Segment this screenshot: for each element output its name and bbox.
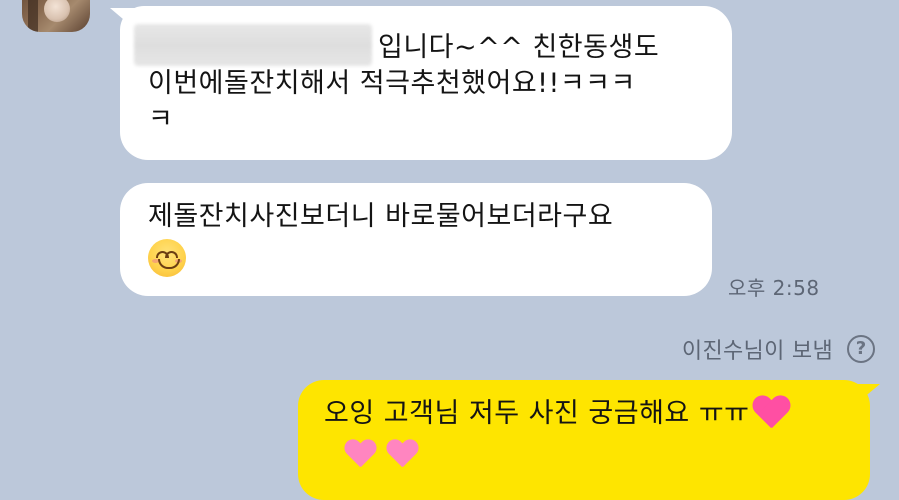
pink-heart-icon	[386, 438, 418, 468]
emoji-row	[342, 438, 846, 468]
message-line: 이번에돌잔치해서 적극추천했어요!!ㅋㅋㅋ	[148, 68, 636, 99]
chat-room: 입니다~^^ 친한동생도 이번에돌잔치해서 적극추천했어요!!ㅋㅋㅋ ㅋ 제돌잔…	[0, 0, 899, 500]
pink-heart-icon	[344, 438, 376, 468]
message-timestamp: 오후 2:58	[728, 276, 820, 300]
sender-notice: 이진수님이 보냄 ?	[682, 333, 875, 365]
message-line: 입니다~^^ 친한동생도	[134, 24, 706, 66]
avatar-chair-detail	[28, 0, 38, 32]
pink-heart-icon	[752, 394, 790, 430]
redacted-name	[134, 24, 372, 66]
message-line: 제돌잔치사진보더니 바로물어보더라구요	[148, 201, 614, 232]
incoming-message-bubble[interactable]: 입니다~^^ 친한동생도 이번에돌잔치해서 적극추천했어요!!ㅋㅋㅋ ㅋ	[120, 6, 732, 160]
smiling-face-icon	[148, 239, 186, 277]
sender-notice-text: 이진수님이 보냄	[681, 339, 833, 364]
message-line: 오잉 고객님 저두 사진 궁금해요 ㅠㅠ	[324, 394, 846, 434]
avatar-photo-subject	[44, 0, 70, 22]
incoming-message-bubble[interactable]: 제돌잔치사진보더니 바로물어보더라구요	[120, 183, 712, 296]
profile-avatar[interactable]	[22, 0, 90, 32]
outgoing-message-bubble[interactable]: 오잉 고객님 저두 사진 궁금해요 ㅠㅠ	[298, 380, 870, 500]
message-line: ㅋ	[148, 104, 174, 135]
question-mark-icon[interactable]: ?	[847, 335, 875, 363]
